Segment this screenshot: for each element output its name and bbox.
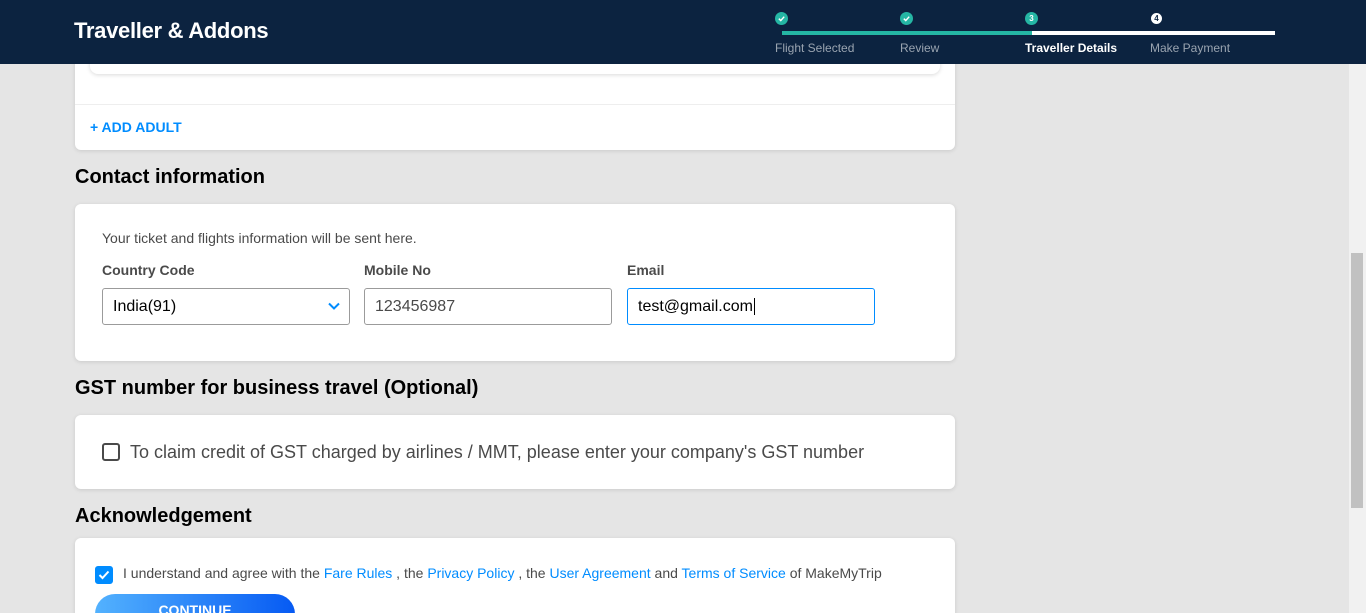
contact-note: Your ticket and flights information will… (102, 230, 417, 246)
email-label: Email (627, 262, 665, 278)
step-traveller-details: 3 Traveller Details (1025, 12, 1117, 55)
page-scrollbar[interactable] (1349, 0, 1366, 613)
step-label: Review (900, 41, 940, 55)
booking-progress: Flight Selected Review 3 Traveller Detai… (775, 12, 1275, 56)
acknowledgement-text: I understand and agree with the Fare Rul… (123, 565, 882, 581)
step-flight-selected: Flight Selected (775, 12, 854, 55)
check-icon (98, 570, 110, 580)
ack-text-part: of MakeMyTrip (789, 565, 882, 581)
acknowledgement-section-title: Acknowledgement (75, 505, 252, 527)
progress-fill (782, 31, 1032, 35)
step-number: 3 (1025, 12, 1038, 25)
page-header: Traveller & Addons Flight Selected Revie… (0, 0, 1366, 64)
contact-card: Your ticket and flights information will… (75, 204, 955, 361)
acknowledgement-checkbox[interactable] (95, 566, 113, 584)
email-input[interactable]: test@gmail.com (627, 288, 875, 325)
step-label: Flight Selected (775, 41, 855, 55)
step-review: Review (900, 12, 939, 55)
ack-text-part: , the (396, 565, 424, 581)
user-agreement-link[interactable]: User Agreement (549, 565, 650, 581)
ack-text-part: , the (518, 565, 546, 581)
email-value: test@gmail.com (638, 298, 753, 315)
gst-section-title: GST number for business travel (Optional… (75, 377, 479, 399)
gst-checkbox-label: To claim credit of GST charged by airlin… (130, 442, 865, 462)
ack-text-part: and (654, 565, 678, 581)
country-code-select[interactable]: India(91) (102, 288, 350, 325)
mobile-value: 123456987 (375, 298, 456, 315)
gst-card: To claim credit of GST charged by airlin… (75, 415, 955, 489)
privacy-policy-link[interactable]: Privacy Policy (427, 565, 514, 581)
step-number: 4 (1150, 12, 1163, 25)
mobile-input[interactable]: 123456987 (364, 288, 612, 325)
fare-rules-link[interactable]: Fare Rules (324, 565, 392, 581)
add-adult-button[interactable]: + ADD ADULT (90, 119, 182, 135)
check-icon (900, 12, 913, 25)
step-label: Make Payment (1150, 41, 1231, 55)
page-title: Traveller & Addons (74, 18, 269, 43)
text-cursor (753, 298, 755, 316)
country-code-label: Country Code (102, 262, 195, 278)
chevron-down-icon (328, 302, 340, 310)
divider (75, 104, 955, 105)
check-icon (775, 12, 788, 25)
terms-of-service-link[interactable]: Terms of Service (682, 565, 786, 581)
scrollbar-thumb[interactable] (1351, 253, 1363, 508)
continue-button[interactable]: CONTINUE (95, 594, 295, 613)
country-code-value: India(91) (113, 298, 177, 315)
step-label: Traveller Details (1025, 41, 1118, 55)
acknowledgement-card: I understand and agree with the Fare Rul… (75, 538, 955, 613)
step-make-payment: 4 Make Payment (1150, 12, 1230, 55)
ack-text-part: I understand and agree with the (123, 565, 320, 581)
contact-section-title: Contact information (75, 166, 265, 188)
mobile-label: Mobile No (364, 262, 431, 278)
gst-checkbox[interactable] (102, 443, 120, 461)
